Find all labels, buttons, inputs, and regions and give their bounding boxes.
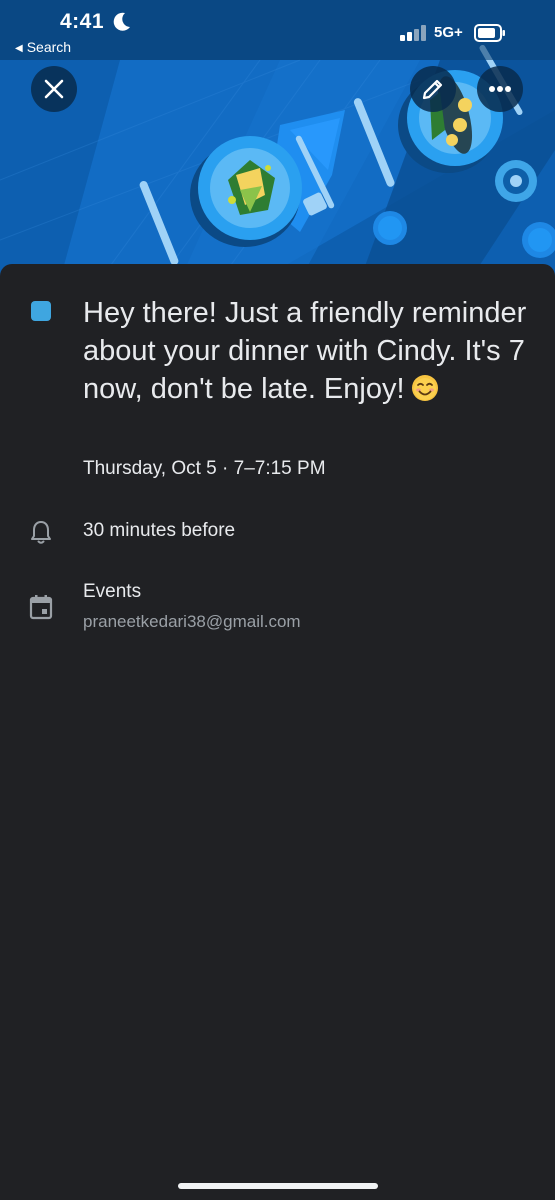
status-bar: 4:41 ◀ Search 5G+ xyxy=(0,0,555,60)
calendar-owner-email: praneetkedari38@gmail.com xyxy=(83,612,301,631)
event-color-indicator xyxy=(31,301,51,321)
network-label: 5G+ xyxy=(434,24,463,41)
battery-icon xyxy=(474,24,506,47)
edit-button[interactable] xyxy=(410,66,456,112)
bell-icon xyxy=(29,519,53,550)
edit-icon xyxy=(422,79,443,100)
event-title: Hey there! Just a friendly reminder abou… xyxy=(83,294,528,412)
moon-icon xyxy=(112,11,132,38)
back-to-search-label: Search xyxy=(26,39,72,55)
event-title-text: Hey there! Just a friendly reminder abou… xyxy=(83,297,527,405)
status-time: 4:41 xyxy=(60,10,105,33)
calendar-icon xyxy=(29,594,53,625)
close-button[interactable] xyxy=(31,66,77,112)
reminder-text[interactable]: 30 minutes before xyxy=(83,520,235,542)
more-options-button[interactable] xyxy=(477,66,523,112)
cellular-signal-icon xyxy=(398,24,428,47)
back-to-search-button[interactable]: ◀ Search xyxy=(15,39,71,55)
close-icon xyxy=(44,79,64,99)
event-datetime: Thursday, Oct 5 · 7–7:15 PM xyxy=(83,458,326,479)
home-indicator[interactable] xyxy=(178,1183,378,1189)
smiling-face-emoji-icon xyxy=(411,374,439,412)
more-icon xyxy=(489,86,511,92)
calendar-name: Events xyxy=(83,581,142,602)
back-triangle-icon: ◀ xyxy=(15,43,23,54)
